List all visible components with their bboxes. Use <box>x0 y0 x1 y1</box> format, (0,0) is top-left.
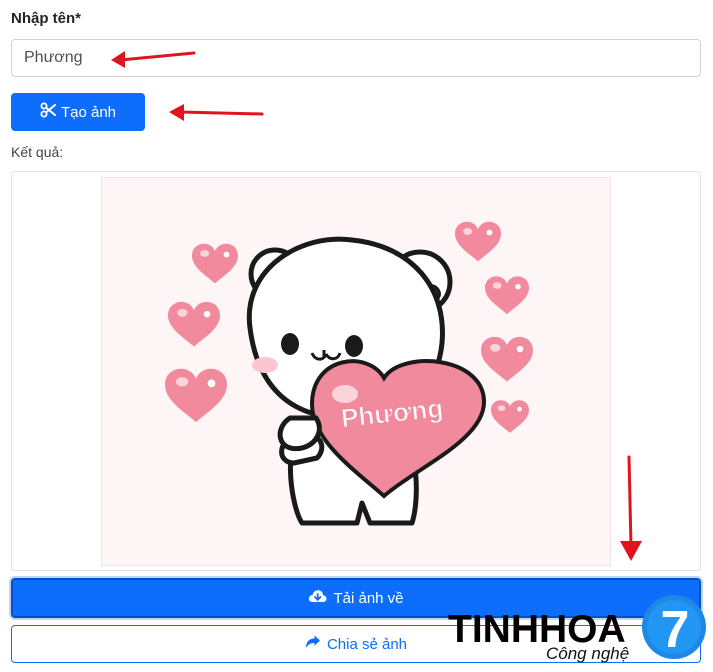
watermark-logo: TINHHOA Công nghệ 7 <box>448 588 710 668</box>
result-label: Kết quả: <box>11 144 64 160</box>
watermark-tagline: Công nghệ <box>546 644 630 663</box>
generated-image: Phương <box>101 177 611 566</box>
result-container: Phương <box>11 171 701 571</box>
name-label: Nhập tên* <box>11 10 82 27</box>
annotation-arrow-icon <box>620 455 642 561</box>
cloud-download-icon <box>308 588 327 608</box>
heart-icon <box>455 221 501 262</box>
scissors-icon <box>40 102 56 122</box>
create-button-label: Tạo ảnh <box>60 103 117 121</box>
heart-icon <box>485 276 529 315</box>
heart-icon <box>481 336 533 382</box>
annotation-arrow-icon <box>169 104 264 121</box>
brand-seven-icon: 7 <box>642 595 706 659</box>
download-button-label: Tải ảnh về <box>333 589 404 607</box>
heart-icon <box>192 243 238 284</box>
annotation-arrow-icon <box>111 51 196 68</box>
heart-icon <box>165 368 227 423</box>
share-button-label: Chia sẻ ảnh <box>326 635 408 653</box>
heart-icon <box>491 400 529 433</box>
create-image-button[interactable]: Tạo ảnh <box>11 93 145 131</box>
share-arrow-icon <box>305 635 321 653</box>
logo-digit: 7 <box>661 601 690 659</box>
heart-icon <box>168 301 220 347</box>
